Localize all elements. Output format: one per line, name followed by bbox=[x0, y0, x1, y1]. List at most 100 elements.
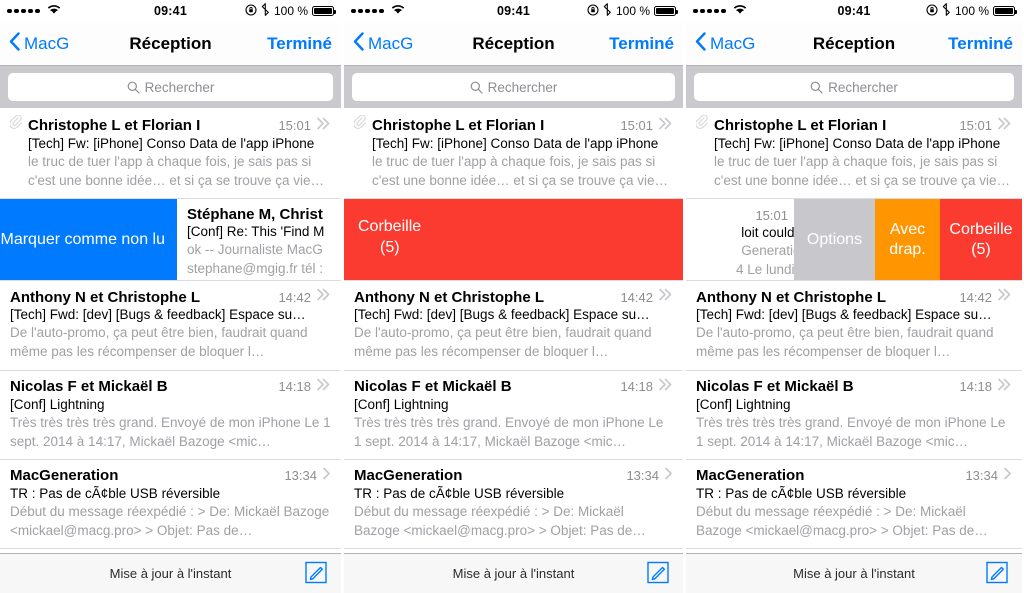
search-input[interactable]: Rechercher bbox=[694, 73, 1014, 101]
list-item[interactable]: Nicolas F et Mickaël B 14:18 [Conf] Ligh… bbox=[686, 370, 1022, 460]
trash-button-count: (5) bbox=[971, 240, 991, 258]
chevron-right-icon[interactable] bbox=[664, 467, 673, 485]
back-button[interactable]: MacG bbox=[695, 31, 756, 56]
list-item[interactable]: Nicolas F et Mickaël B 14:18 [Conf] Ligh… bbox=[0, 370, 341, 460]
signal-strength-icon bbox=[693, 8, 726, 14]
wifi-icon bbox=[47, 4, 61, 18]
chevron-right-icon[interactable] bbox=[322, 467, 331, 485]
message-preview: Début du message réexpédié : > De: Micka… bbox=[696, 503, 988, 539]
paperclip-icon bbox=[9, 114, 26, 135]
panel-three-actions: 09:41 100 % MacG Réception Terminé Reche… bbox=[684, 0, 1022, 593]
status-bar-left bbox=[693, 4, 747, 18]
message-subject: [Conf] Lightning bbox=[696, 396, 791, 412]
options-button[interactable]: Options bbox=[794, 199, 875, 281]
message-time: 14:42 bbox=[278, 289, 311, 305]
swiped-message-content[interactable]: :… 15:01 loit could… Generation 4 Le lun… bbox=[686, 199, 794, 280]
navigation-bar: MacG Réception Terminé bbox=[686, 22, 1022, 66]
search-icon bbox=[810, 81, 823, 94]
list-item[interactable]: Christophe L et Florian I 15:01 [Tech] F… bbox=[0, 108, 341, 200]
message-sender: Nicolas F et Mickaël B bbox=[354, 378, 512, 396]
trash-button-label: Corbeille bbox=[358, 218, 422, 236]
message-preview: Début du message réexpédié : > De: Micka… bbox=[10, 503, 330, 539]
chevron-double-right-icon[interactable] bbox=[316, 288, 331, 306]
message-sender: MacGeneration bbox=[354, 467, 463, 485]
trash-button-count: (5) bbox=[380, 239, 400, 257]
list-item[interactable]: MacGeneration 13:34 TR : Pas de cÃ¢ble U… bbox=[344, 459, 683, 550]
chevron-right-icon[interactable] bbox=[1003, 467, 1012, 485]
chevron-double-right-icon[interactable] bbox=[658, 288, 673, 306]
bluetooth-icon bbox=[942, 3, 951, 19]
list-item[interactable]: Christophe L et Florian I 15:01 [Tech] F… bbox=[686, 108, 1022, 200]
list-item[interactable]: Anthony N et Christophe L 14:42 [Tech] F… bbox=[0, 281, 341, 371]
search-bar-container: Rechercher bbox=[0, 66, 341, 108]
list-item[interactable]: MacGeneration 13:34 TR : Pas de cÃ¢ble U… bbox=[686, 459, 1022, 550]
chevron-double-right-icon[interactable] bbox=[658, 378, 673, 396]
swipe-row-full-trash[interactable]: Corbeille (5) bbox=[344, 199, 683, 282]
message-time: 15:01 bbox=[959, 118, 992, 133]
message-sender: Christophe L et Florian I bbox=[372, 117, 545, 134]
message-preview: De l'auto-promo, ça peut être bien, faud… bbox=[696, 325, 994, 360]
chevron-double-right-icon[interactable] bbox=[997, 288, 1012, 306]
search-bar-container: Rechercher bbox=[344, 66, 683, 108]
battery-percent-label: 100 % bbox=[615, 4, 650, 18]
swiped-message-content[interactable]: Stéphane M, Christ [Conf] Re: This 'Find… bbox=[177, 199, 341, 280]
message-time: 15:01 bbox=[278, 118, 311, 133]
chevron-double-right-icon[interactable] bbox=[793, 206, 794, 224]
search-input[interactable]: Rechercher bbox=[352, 73, 675, 101]
message-subject: [Tech] Fwd: [dev] [Bugs & feedback] Espa… bbox=[696, 307, 992, 323]
message-sender: Anthony N et Christophe L bbox=[10, 288, 200, 306]
message-time: 14:18 bbox=[278, 379, 311, 395]
chevron-double-right-icon[interactable] bbox=[997, 117, 1012, 135]
flag-button[interactable]: Avec drap. bbox=[875, 199, 940, 281]
message-preview: De l'auto-promo, ça peut être bien, faud… bbox=[10, 325, 308, 360]
navigation-bar: MacG Réception Terminé bbox=[344, 22, 683, 66]
bluetooth-icon bbox=[603, 3, 612, 19]
list-item[interactable]: MacGeneration 13:34 TR : Pas de cÃ¢ble U… bbox=[0, 459, 341, 550]
chevron-left-icon bbox=[695, 31, 706, 56]
status-bar-right: 100 % bbox=[245, 3, 336, 19]
message-subject: TR : Pas de cÃ¢ble USB réversible bbox=[354, 485, 565, 501]
message-meta: 15:01 bbox=[272, 117, 331, 135]
back-button[interactable]: MacG bbox=[9, 31, 69, 56]
done-button[interactable]: Terminé bbox=[948, 34, 1013, 54]
paperclip-icon bbox=[353, 114, 370, 135]
message-time: 14:42 bbox=[959, 289, 992, 305]
search-input[interactable]: Rechercher bbox=[8, 73, 333, 101]
swipe-row-three-actions[interactable]: :… 15:01 loit could… Generation 4 Le lun… bbox=[686, 199, 1022, 282]
trash-button[interactable]: Corbeille (5) bbox=[344, 199, 683, 281]
list-item[interactable]: Christophe L et Florian I 15:01 [Tech] F… bbox=[344, 108, 683, 200]
message-meta: 13:34 bbox=[959, 467, 1012, 485]
list-item[interactable]: Nicolas F et Mickaël B 14:18 [Conf] Ligh… bbox=[344, 370, 683, 460]
message-preview: le truc de tuer l'app à chaque fois, je … bbox=[372, 154, 668, 189]
done-button[interactable]: Terminé bbox=[267, 34, 332, 54]
back-button-label: MacG bbox=[710, 33, 756, 53]
compose-icon[interactable] bbox=[305, 561, 327, 586]
rotation-lock-icon bbox=[587, 3, 599, 19]
message-list[interactable]: Christophe L et Florian I 15:01 [Tech] F… bbox=[686, 108, 1022, 553]
message-meta: 15:01 bbox=[953, 117, 1012, 135]
done-button[interactable]: Terminé bbox=[609, 34, 674, 54]
battery-percent-label: 100 % bbox=[273, 4, 308, 18]
chevron-double-right-icon[interactable] bbox=[658, 117, 673, 135]
list-item[interactable]: Anthony N et Christophe L 14:42 [Tech] F… bbox=[686, 281, 1022, 371]
message-sender: Christophe L et Florian I bbox=[28, 117, 201, 134]
chevron-double-right-icon[interactable] bbox=[316, 378, 331, 396]
rotation-lock-icon bbox=[926, 3, 938, 19]
back-button[interactable]: MacG bbox=[353, 31, 413, 56]
mark-unread-button[interactable]: Marquer comme non lu bbox=[0, 199, 177, 281]
swipe-row-mark-unread[interactable]: Marquer comme non lu Stéphane M, Christ … bbox=[0, 199, 341, 282]
message-preview: Très très très très grand. Envoyé de mon… bbox=[10, 414, 331, 449]
message-preview: Très très très très grand. Envoyé de mon… bbox=[696, 414, 1006, 449]
list-item[interactable]: Anthony N et Christophe L 14:42 [Tech] F… bbox=[344, 281, 683, 371]
chevron-double-right-icon[interactable] bbox=[316, 117, 331, 135]
trash-button-label: Corbeille bbox=[949, 220, 1013, 238]
trash-button[interactable]: Corbeille (5) bbox=[940, 199, 1022, 281]
wifi-icon bbox=[391, 4, 405, 18]
message-list[interactable]: Christophe L et Florian I 15:01 [Tech] F… bbox=[344, 108, 683, 553]
message-time: 15:01 bbox=[620, 118, 653, 133]
compose-icon[interactable] bbox=[986, 561, 1008, 586]
compose-icon[interactable] bbox=[647, 561, 669, 586]
message-list[interactable]: Christophe L et Florian I 15:01 [Tech] F… bbox=[0, 108, 341, 553]
chevron-double-right-icon[interactable] bbox=[997, 378, 1012, 396]
message-meta: 14:18 bbox=[272, 378, 331, 396]
